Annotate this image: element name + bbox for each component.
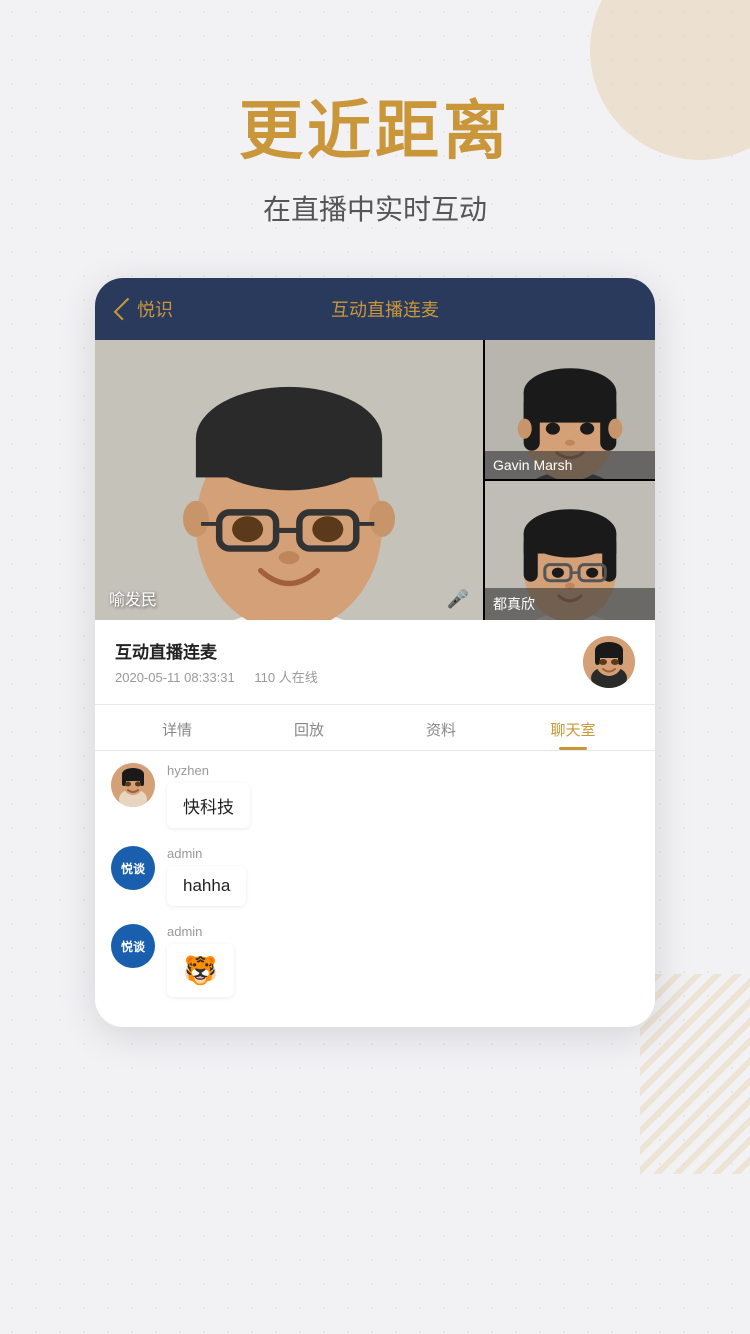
main-video: 喻发民 🎤 — [95, 340, 485, 620]
side-video-top: Gavin Marsh — [485, 340, 655, 481]
back-chevron-icon — [114, 298, 137, 321]
side-videos: Gavin Marsh — [485, 340, 655, 620]
stream-meta: 2020-05-11 08:33:31 110 人在线 — [115, 667, 583, 686]
header-title: 互动直播连麦 — [189, 296, 581, 322]
tab-chatroom[interactable]: 聊天室 — [507, 705, 639, 750]
chat-avatar-admin-2: 悦谈 — [111, 924, 155, 968]
chat-message-3: 悦谈 admin 🐯 — [111, 924, 639, 997]
headline: 更近距离 — [239, 80, 511, 172]
brand-avatar-label-2: 悦谈 — [121, 938, 145, 955]
side-bottom-person-name: 都真欣 — [485, 588, 655, 620]
tab-details[interactable]: 详情 — [111, 705, 243, 750]
chat-avatar-admin-1: 悦谈 — [111, 846, 155, 890]
chat-bubble-2: hahha — [167, 866, 246, 906]
avatar-hyzhen-illustration — [111, 763, 155, 807]
tabs: 详情 回放 资料 聊天室 — [95, 705, 655, 751]
side-video-bottom: 都真欣 — [485, 481, 655, 620]
chat-avatar-hyzhen — [111, 763, 155, 807]
phone-card: 悦识 互动直播连麦 — [95, 278, 655, 1027]
tab-materials[interactable]: 资料 — [375, 705, 507, 750]
host-avatar-illustration — [583, 636, 635, 688]
chat-username-1: hyzhen — [167, 763, 250, 778]
chat-bubble-1: 快科技 — [167, 783, 250, 828]
chat-content-1: hyzhen 快科技 — [167, 763, 250, 828]
page-content: 更近距离 在直播中实时互动 悦识 互动直播连麦 — [0, 0, 750, 1027]
back-label: 悦识 — [137, 296, 173, 322]
chat-message-1: hyzhen 快科技 — [111, 763, 639, 828]
microphone-icon: 🎤 — [447, 589, 469, 610]
chat-content-2: admin hahha — [167, 846, 246, 906]
side-top-person-name: Gavin Marsh — [485, 451, 655, 479]
stream-info: 互动直播连麦 2020-05-11 08:33:31 110 人在线 — [95, 620, 655, 705]
stream-date: 2020-05-11 08:33:31 — [115, 670, 235, 685]
main-person-name: 喻发民 — [109, 586, 157, 610]
chat-content-3: admin 🐯 — [167, 924, 234, 997]
subheadline: 在直播中实时互动 — [263, 188, 487, 228]
chat-message-2: 悦谈 admin hahha — [111, 846, 639, 906]
stream-online-count: 110 人在线 — [254, 670, 317, 685]
tab-replay[interactable]: 回放 — [243, 705, 375, 750]
chat-area: hyzhen 快科技 悦谈 admin hahha 悦谈 — [95, 751, 655, 1027]
back-button[interactable]: 悦识 — [119, 296, 173, 322]
stream-title: 互动直播连麦 — [115, 638, 583, 663]
chat-bubble-3: 🐯 — [167, 944, 234, 997]
stream-host-avatar — [583, 636, 635, 688]
main-person-illustration — [95, 340, 483, 620]
brand-avatar-label-1: 悦谈 — [121, 860, 145, 877]
chat-username-2: admin — [167, 846, 246, 861]
video-grid: 喻发民 🎤 — [95, 340, 655, 620]
chat-username-3: admin — [167, 924, 234, 939]
card-header: 悦识 互动直播连麦 — [95, 278, 655, 340]
stream-info-left: 互动直播连麦 2020-05-11 08:33:31 110 人在线 — [115, 638, 583, 686]
